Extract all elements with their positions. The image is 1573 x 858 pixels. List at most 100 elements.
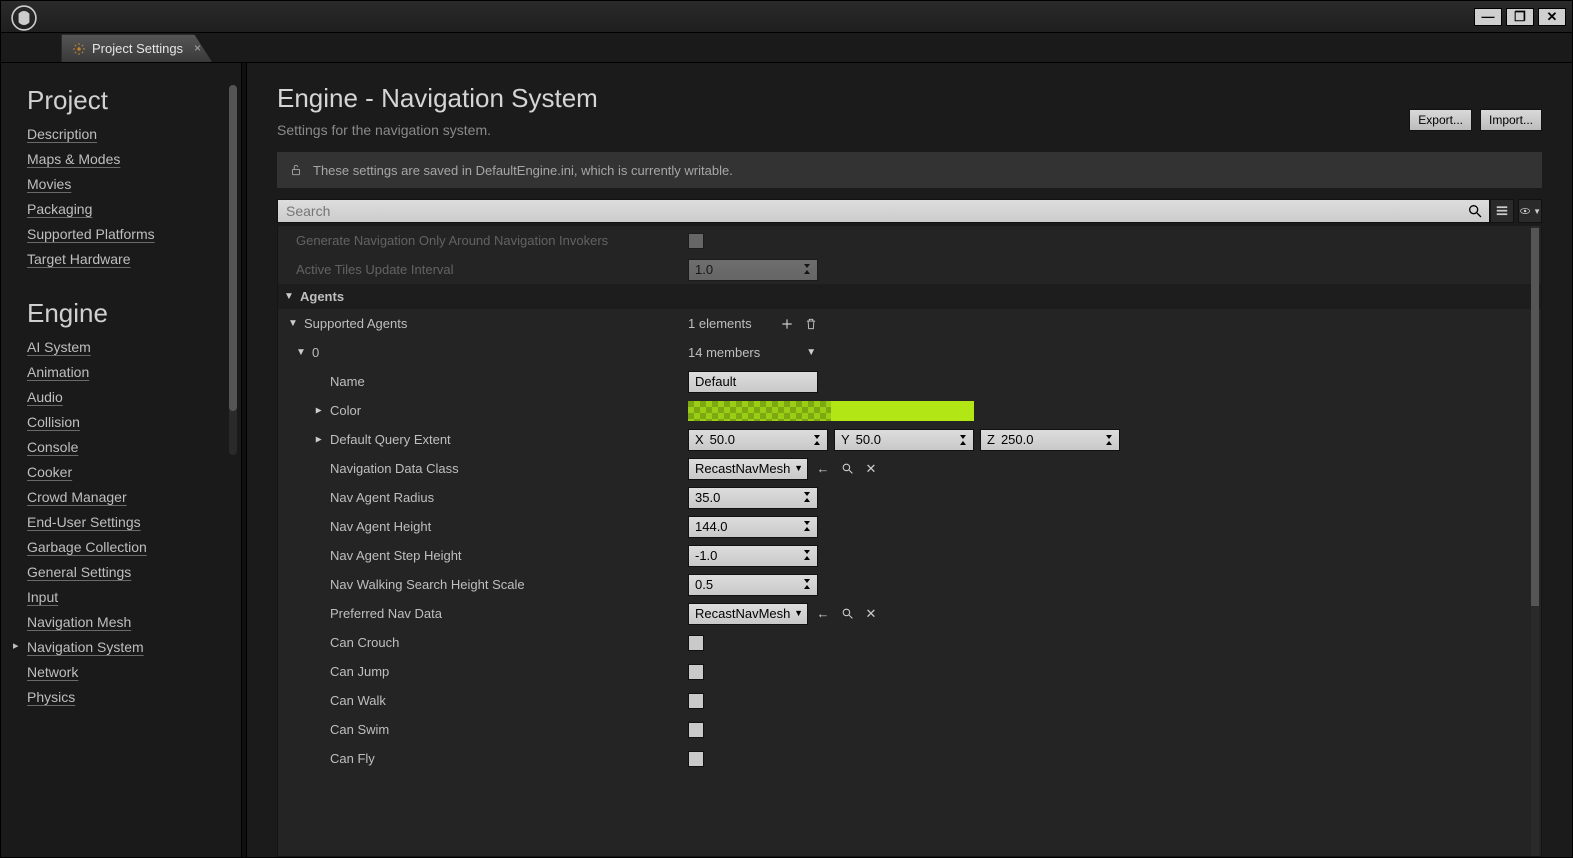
- list-view-button[interactable]: [1490, 199, 1514, 223]
- sidebar-item-target-hardware[interactable]: Target Hardware: [27, 251, 131, 267]
- sidebar-item-maps-modes[interactable]: Maps & Modes: [27, 151, 120, 167]
- gen-nav-checkbox[interactable]: [688, 233, 704, 249]
- row-preferred-nav-data: Preferred Nav Data RecastNavMesh ← ✕: [278, 599, 1541, 628]
- row-name: Name Default: [278, 367, 1541, 396]
- export-button[interactable]: Export...: [1409, 109, 1472, 131]
- ini-banner-text: These settings are saved in DefaultEngin…: [313, 163, 733, 178]
- nav-data-class-combo[interactable]: RecastNavMesh: [688, 458, 808, 480]
- sidebar-item-navigation-system[interactable]: Navigation System: [27, 639, 144, 655]
- import-button[interactable]: Import...: [1480, 109, 1542, 131]
- props-scrollbar[interactable]: [1531, 226, 1539, 856]
- sidebar-scroll-thumb[interactable]: [229, 85, 237, 411]
- add-element-button[interactable]: [778, 315, 796, 333]
- expand-icon[interactable]: ▼: [314, 406, 325, 416]
- gear-icon: [72, 42, 86, 56]
- color-swatch[interactable]: [688, 401, 974, 421]
- property-panel: Generate Navigation Only Around Navigati…: [277, 226, 1542, 857]
- row-nav-agent-radius: Nav Agent Radius 35.0: [278, 483, 1541, 512]
- sidebar-item-network[interactable]: Network: [27, 664, 78, 680]
- sidebar-section-title: Project: [27, 85, 241, 116]
- elements-count: 1 elements: [688, 316, 752, 331]
- can-jump-checkbox[interactable]: [688, 664, 704, 680]
- clear-array-button[interactable]: [802, 315, 820, 333]
- row-can-fly: Can Fly: [278, 744, 1541, 773]
- section-agents[interactable]: ▼Agents: [278, 284, 1541, 309]
- expand-icon[interactable]: ▼: [296, 347, 306, 358]
- row-default-query-extent: ▼Default Query Extent X50.0 Y50.0 Z250.0: [278, 425, 1541, 454]
- visibility-button[interactable]: ▼: [1518, 199, 1542, 223]
- row-walk-search-scale: Nav Walking Search Height Scale 0.5: [278, 570, 1541, 599]
- expand-icon[interactable]: ▼: [288, 318, 298, 329]
- row-supported-agents: ▼Supported Agents 1 elements: [278, 309, 1541, 338]
- row-nav-agent-height: Nav Agent Height 144.0: [278, 512, 1541, 541]
- name-field[interactable]: Default: [688, 371, 818, 393]
- unlock-icon: [289, 163, 303, 177]
- use-selected-button[interactable]: ←: [814, 460, 832, 478]
- row-nav-agent-step-height: Nav Agent Step Height -1.0: [278, 541, 1541, 570]
- sidebar-item-collision[interactable]: Collision: [27, 414, 80, 430]
- can-crouch-checkbox[interactable]: [688, 635, 704, 651]
- extent-z-field[interactable]: Z250.0: [980, 429, 1120, 451]
- main-panel: Engine - Navigation System Settings for …: [247, 63, 1572, 857]
- row-agent-0: ▼0 14 members ▼: [278, 338, 1541, 367]
- browse-button[interactable]: [838, 460, 856, 478]
- reset-button[interactable]: ✕: [862, 460, 880, 478]
- walk-scale-field[interactable]: 0.5: [688, 574, 818, 596]
- tab-label: Project Settings: [92, 41, 183, 56]
- can-swim-checkbox[interactable]: [688, 722, 704, 738]
- page-title: Engine - Navigation System: [277, 83, 598, 114]
- window-minimize-button[interactable]: —: [1474, 8, 1502, 26]
- sidebar-scrollbar[interactable]: [229, 85, 237, 455]
- row-color: ▼Color: [278, 396, 1541, 425]
- props-scroll-thumb[interactable]: [1531, 228, 1539, 606]
- row-can-swim: Can Swim: [278, 715, 1541, 744]
- sidebar-item-animation[interactable]: Animation: [27, 364, 89, 380]
- agent-index-label: 0: [312, 345, 319, 360]
- reset-button[interactable]: ✕: [862, 605, 880, 623]
- tiles-interval-field[interactable]: 1.0: [688, 259, 818, 281]
- sidebar-item-supported-platforms[interactable]: Supported Platforms: [27, 226, 155, 242]
- can-fly-checkbox[interactable]: [688, 751, 704, 767]
- row-nav-data-class: Navigation Data Class RecastNavMesh ← ✕: [278, 454, 1541, 483]
- window-close-button[interactable]: ✕: [1538, 8, 1566, 26]
- sidebar-section-title: Engine: [27, 298, 241, 329]
- expand-icon[interactable]: ▼: [314, 435, 325, 445]
- row-can-walk: Can Walk: [278, 686, 1541, 715]
- tab-close-icon[interactable]: ×: [194, 41, 201, 55]
- search-input[interactable]: [277, 199, 1490, 223]
- sidebar-item-garbage-collection[interactable]: Garbage Collection: [27, 539, 147, 555]
- tiles-interval-label: Active Tiles Update Interval: [278, 255, 688, 284]
- radius-field[interactable]: 35.0: [688, 487, 818, 509]
- tab-row: Project Settings ×: [1, 33, 1572, 63]
- extent-y-field[interactable]: Y50.0: [834, 429, 974, 451]
- row-can-crouch: Can Crouch: [278, 628, 1541, 657]
- row-can-jump: Can Jump: [278, 657, 1541, 686]
- search-strip: ▼: [277, 196, 1542, 226]
- tab-project-settings[interactable]: Project Settings ×: [61, 34, 212, 62]
- sidebar-item-physics[interactable]: Physics: [27, 689, 75, 705]
- sidebar-item-packaging[interactable]: Packaging: [27, 201, 92, 217]
- sidebar-item-cooker[interactable]: Cooker: [27, 464, 72, 480]
- step-field[interactable]: -1.0: [688, 545, 818, 567]
- sidebar-item-movies[interactable]: Movies: [27, 176, 71, 192]
- expand-icon[interactable]: ▼: [284, 291, 294, 302]
- sidebar-item-crowd-manager[interactable]: Crowd Manager: [27, 489, 127, 505]
- can-walk-checkbox[interactable]: [688, 693, 704, 709]
- extent-x-field[interactable]: X50.0: [688, 429, 828, 451]
- window-maximize-button[interactable]: ❐: [1506, 8, 1534, 26]
- sidebar-item-ai-system[interactable]: AI System: [27, 339, 91, 355]
- sidebar-item-console[interactable]: Console: [27, 439, 78, 455]
- sidebar-item-navigation-mesh[interactable]: Navigation Mesh: [27, 614, 131, 630]
- sidebar-item-general-settings[interactable]: General Settings: [27, 564, 131, 580]
- page-subtitle: Settings for the navigation system.: [277, 122, 598, 138]
- use-selected-button[interactable]: ←: [814, 605, 832, 623]
- sidebar-item-end-user-settings[interactable]: End-User Settings: [27, 514, 141, 530]
- row-gen-nav-invokers: Generate Navigation Only Around Navigati…: [278, 226, 1541, 255]
- sidebar-item-audio[interactable]: Audio: [27, 389, 63, 405]
- pref-nav-combo[interactable]: RecastNavMesh: [688, 603, 808, 625]
- sidebar-item-input[interactable]: Input: [27, 589, 58, 605]
- struct-menu-button[interactable]: ▼: [806, 347, 816, 358]
- sidebar-item-description[interactable]: Description: [27, 126, 97, 142]
- height-field[interactable]: 144.0: [688, 516, 818, 538]
- browse-button[interactable]: [838, 605, 856, 623]
